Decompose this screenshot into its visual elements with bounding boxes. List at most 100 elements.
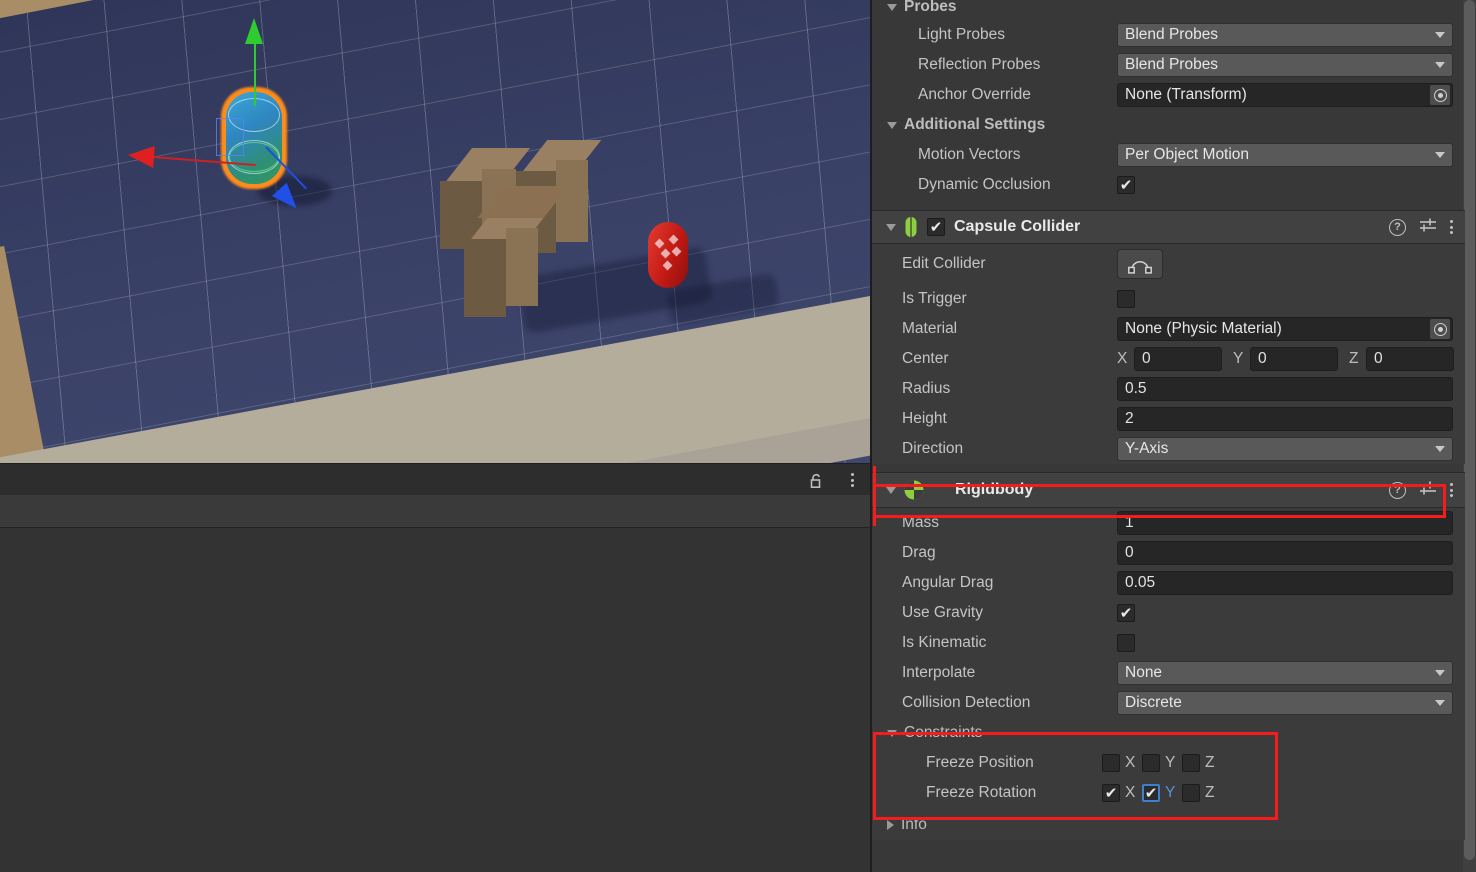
freeze-rotation-z-checkbox[interactable] [1182,784,1200,802]
chevron-down-icon[interactable] [886,223,896,231]
interpolate-dropdown[interactable]: None [1117,661,1453,685]
row-anchor-override: Anchor Override None (Transform) [872,80,1465,110]
height-label: Height [902,410,947,427]
center-y-axis-label: Y [1233,350,1244,367]
preset-settings-icon[interactable] [1419,480,1437,501]
lock-open-icon[interactable] [806,470,826,490]
freeze-position-y-checkbox[interactable] [1142,754,1160,772]
direction-value: Y-Axis [1125,440,1169,457]
angular-drag-value: 0.05 [1125,574,1156,591]
interpolate-value: None [1125,664,1163,681]
row-interpolate: Interpolate None [872,658,1465,688]
freeze-rotation-z-label: Z [1205,784,1215,801]
radius-input[interactable]: 0.5 [1117,377,1453,401]
gizmo-axis-y-line [254,34,256,106]
freeze-rotation-y-label: Y [1165,784,1176,801]
kebab-menu-icon[interactable] [851,473,854,487]
collision-detection-value: Discrete [1125,694,1182,711]
material-objectfield[interactable]: None (Physic Material) [1117,317,1453,341]
radius-value: 0.5 [1125,380,1147,397]
light-probes-dropdown[interactable]: Blend Probes [1117,23,1453,47]
info-title: Info [901,816,927,833]
angular-drag-label: Angular Drag [902,574,994,591]
row-center: Center X 0 Y 0 Z 0 [872,344,1465,374]
mass-input[interactable]: 1 [1117,511,1453,535]
project-panel-header [0,463,870,495]
center-x-axis-label: X [1117,350,1128,367]
chevron-down-icon [887,3,897,11]
row-reflection-probes: Reflection Probes Blend Probes [872,50,1465,80]
chevron-down-icon [887,121,897,129]
freeze-position-x-label: X [1125,754,1136,771]
anchor-override-value: None (Transform) [1125,86,1247,103]
use-gravity-label: Use Gravity [902,604,983,621]
freeze-position-x-checkbox[interactable] [1102,754,1120,772]
row-is-kinematic: Is Kinematic [872,628,1465,658]
center-y-input[interactable]: 0 [1250,347,1338,371]
center-x-input[interactable]: 0 [1134,347,1222,371]
freeze-rotation-x-checkbox[interactable]: ✔ [1102,784,1120,802]
direction-dropdown[interactable]: Y-Axis [1117,437,1453,461]
center-label: Center [902,350,949,367]
chevron-down-icon[interactable] [886,486,896,494]
row-drag: Drag 0 [872,538,1465,568]
red-capsule-object[interactable] [648,222,688,288]
gizmo-axis-y-arrow[interactable] [245,18,263,44]
chevron-down-icon [1435,32,1445,38]
collision-detection-dropdown[interactable]: Discrete [1117,691,1453,715]
is-kinematic-checkbox[interactable] [1117,634,1135,652]
probes-foldout[interactable]: Probes [872,0,1465,20]
help-icon[interactable]: ? [1389,481,1406,499]
object-picker-icon[interactable] [1430,85,1450,105]
freeze-rotation-label: Freeze Rotation [926,784,1037,801]
kebab-menu-icon[interactable] [1450,483,1453,497]
center-z-input[interactable]: 0 [1366,347,1454,371]
radius-label: Radius [902,380,951,397]
edit-collider-icon[interactable] [1117,249,1163,279]
gizmo-axis-x-arrow[interactable] [127,144,155,168]
constraints-foldout[interactable]: Constraints [872,718,1465,748]
rigidbody-body: Mass 1 Drag 0 Angular Drag 0.05 Use Grav… [872,508,1465,840]
motion-vectors-dropdown[interactable]: Per Object Motion [1117,143,1453,167]
object-picker-icon[interactable] [1430,319,1450,339]
center-z-value: 0 [1374,350,1383,367]
capsule-collider-header[interactable]: ✔ Capsule Collider ? [872,210,1465,244]
row-collision-detection: Collision Detection Discrete [872,688,1465,718]
probes-title: Probes [904,0,957,15]
chevron-down-icon [1435,446,1445,452]
freeze-position-label: Freeze Position [926,754,1034,771]
rigidbody-header[interactable]: Rigidbody ? [872,472,1465,508]
angular-drag-input[interactable]: 0.05 [1117,571,1453,595]
reflection-probes-value: Blend Probes [1125,56,1219,73]
interpolate-label: Interpolate [902,664,976,681]
capsule-collider-body: Edit Collider Is Trigger Material None (… [872,244,1465,464]
height-value: 2 [1125,410,1134,427]
additional-settings-foldout[interactable]: Additional Settings [872,110,1465,140]
scene-viewport[interactable] [0,0,870,463]
row-material: Material None (Physic Material) [872,314,1465,344]
row-angular-drag: Angular Drag 0.05 [872,568,1465,598]
drag-input[interactable]: 0 [1117,541,1453,565]
rigidbody-title: Rigidbody [955,481,1034,498]
is-trigger-checkbox[interactable] [1117,290,1135,308]
light-probes-value: Blend Probes [1125,26,1219,43]
dynamic-occlusion-checkbox[interactable]: ✔ [1117,176,1135,194]
row-use-gravity: Use Gravity ✔ [872,598,1465,628]
brown-block-bridge [470,186,570,226]
preset-settings-icon[interactable] [1419,217,1437,238]
inspector-panel: Probes Light Probes Blend Probes Reflect… [870,0,1476,872]
project-panel-body[interactable] [0,528,870,872]
info-foldout[interactable]: Info [872,810,1465,840]
kebab-menu-icon[interactable] [1450,220,1453,234]
edit-collider-label: Edit Collider [902,255,986,272]
capsule-collider-enabled-checkbox[interactable]: ✔ [927,218,945,236]
freeze-rotation-y-checkbox[interactable]: ✔ [1142,784,1160,802]
height-input[interactable]: 2 [1117,407,1453,431]
reflection-probes-dropdown[interactable]: Blend Probes [1117,53,1453,77]
freeze-position-z-checkbox[interactable] [1182,754,1200,772]
help-icon[interactable]: ? [1389,218,1406,236]
use-gravity-checkbox[interactable]: ✔ [1117,604,1135,622]
inspector-scrollbar-thumb[interactable] [1464,0,1475,860]
anchor-override-objectfield[interactable]: None (Transform) [1117,83,1453,107]
rigidbody-icon [903,479,925,501]
